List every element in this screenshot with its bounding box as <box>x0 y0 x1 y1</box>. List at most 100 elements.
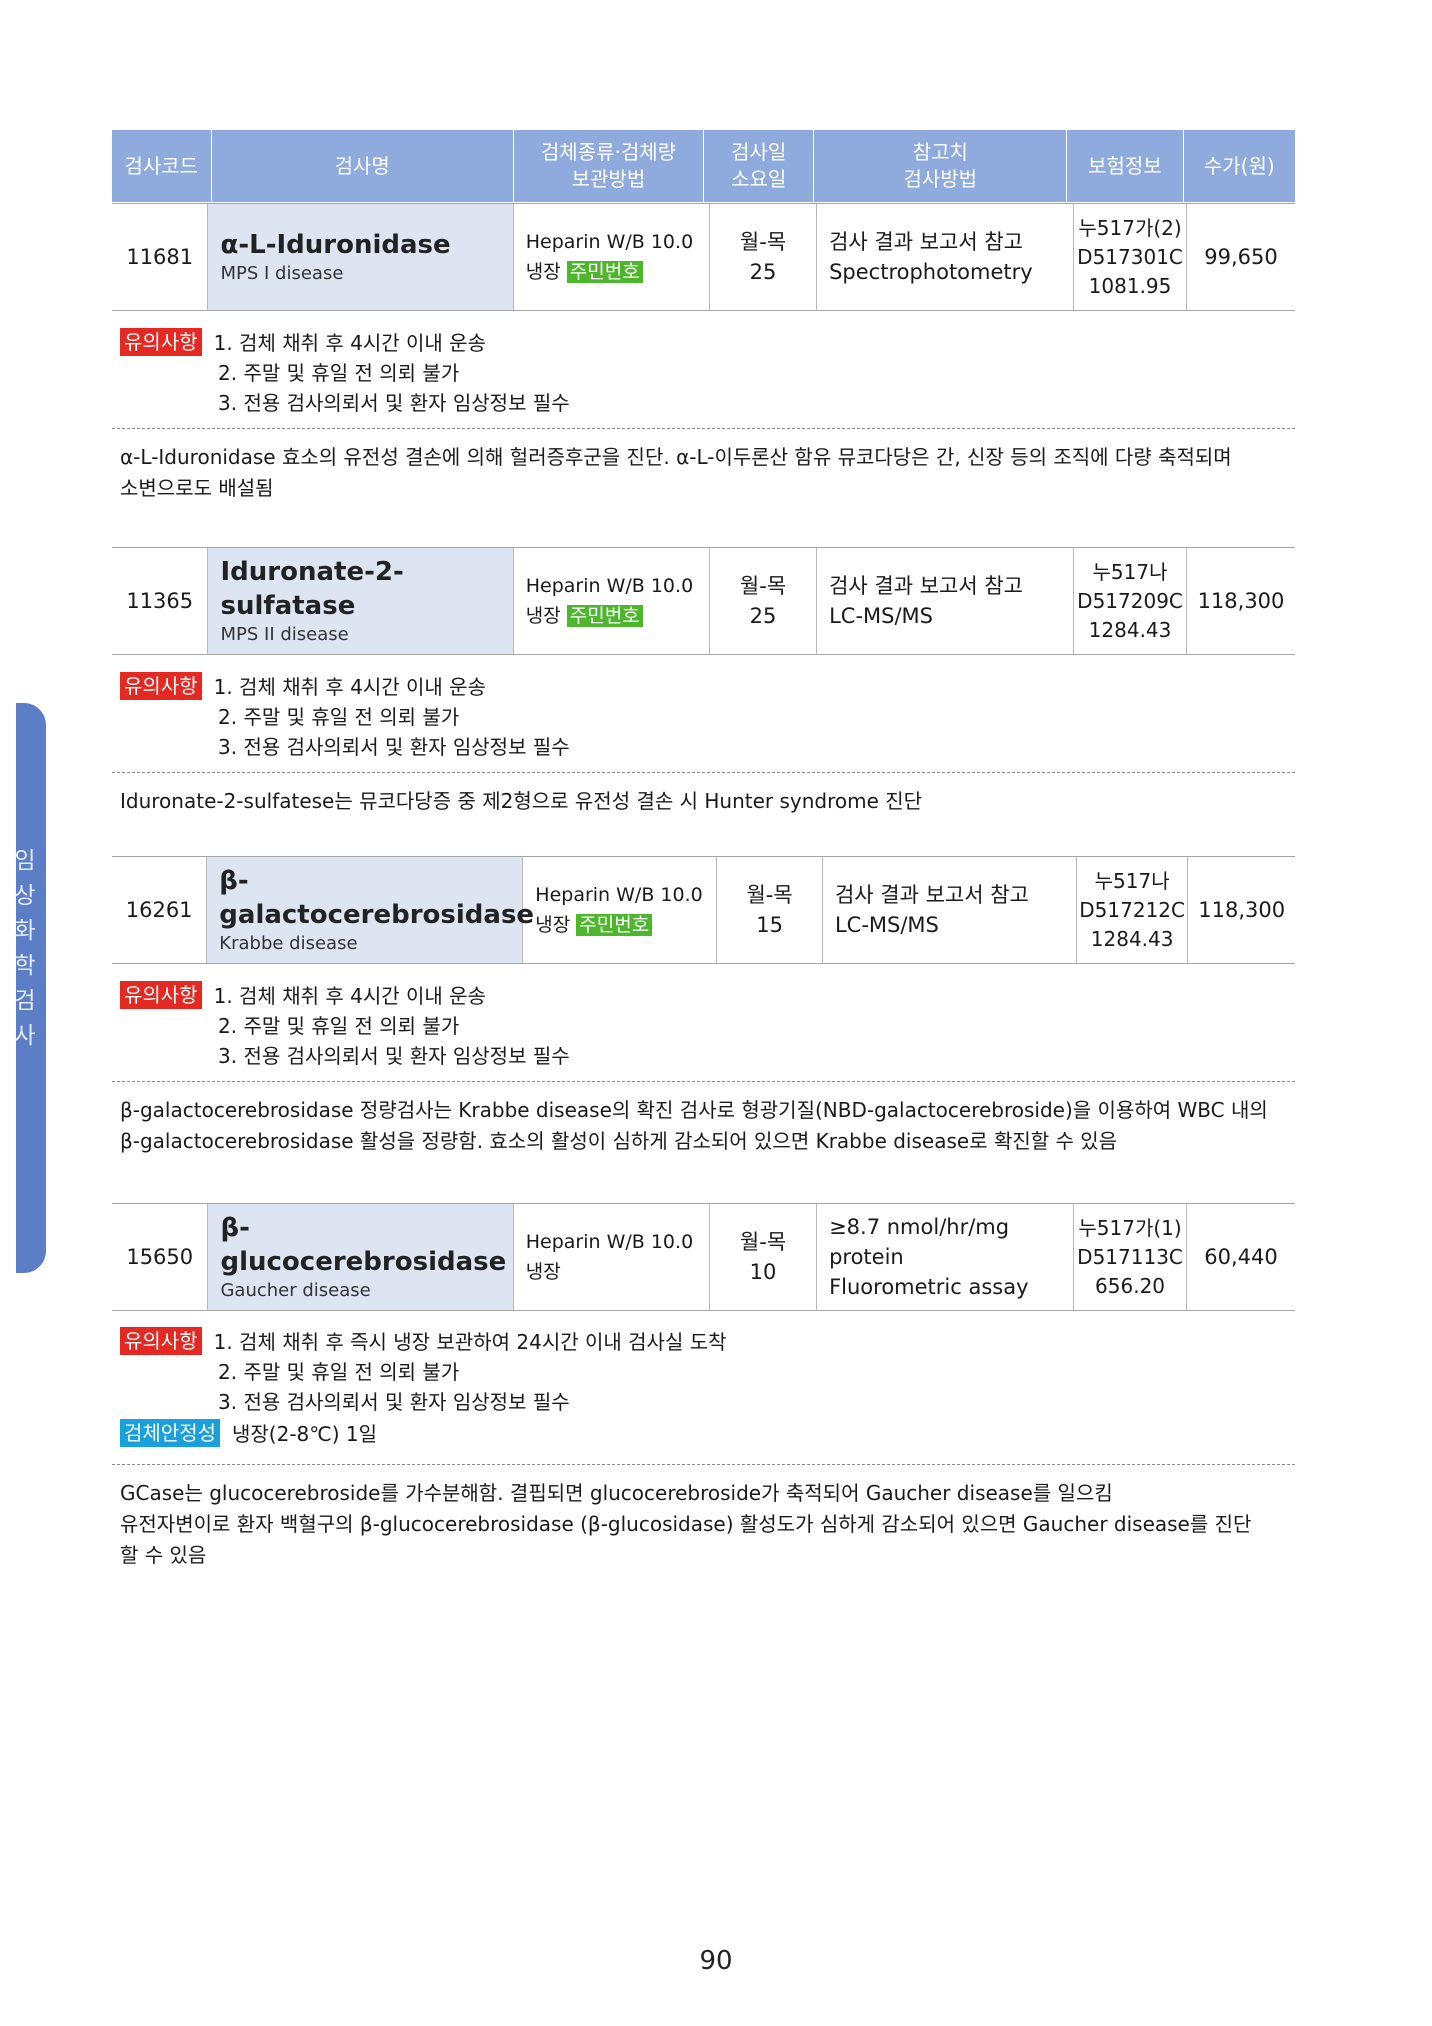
notes-block: 유의사항 1. 검체 채취 후 4시간 이내 운송 2. 주말 및 휴일 전 의뢰… <box>120 981 570 1071</box>
test-specimen: Heparin W/B 10.0 <box>525 575 694 597</box>
test-reference-cell: 검사 결과 보고서 참고 LC-MS/MS <box>823 857 1077 963</box>
header-days-line2: 소요일 <box>731 167 787 191</box>
test-specimen: Heparin W/B 10.0 <box>525 1231 694 1253</box>
test-price: 118,300 <box>1197 589 1285 613</box>
test-price: 99,650 <box>1204 245 1278 269</box>
notes-tag: 유의사항 <box>120 328 202 356</box>
test-code: 11681 <box>112 204 209 310</box>
notes-block: 유의사항 1. 검체 채취 후 즉시 냉장 보관하여 24시간 이내 검사실 도착… <box>120 1327 727 1449</box>
description-line: GCase는 glucocerebroside를 가수분해함. 결핍되면 glu… <box>120 1481 1113 1505</box>
test-specimen: Heparin W/B 10.0 <box>525 231 694 253</box>
test-code: 16261 <box>112 857 208 963</box>
notes-tag: 유의사항 <box>120 981 202 1009</box>
test-row: 15650 β-glucocerebrosidase Gaucher disea… <box>112 1203 1295 1311</box>
note-item: 3. 전용 검사의뢰서 및 환자 임상정보 필수 <box>218 391 570 415</box>
test-method: LC-MS/MS <box>829 604 933 628</box>
insurance-code: D517113C <box>1077 1244 1183 1269</box>
header-specimen-line1: 검체종류·검체량 <box>540 140 677 164</box>
notes-line: 유의사항 1. 검체 채취 후 즉시 냉장 보관하여 24시간 이내 검사실 도착 <box>120 1327 727 1357</box>
test-row: 16261 β-galactocerebrosidase Krabbe dise… <box>112 856 1295 964</box>
notes-line: 유의사항 1. 검체 채취 후 4시간 이내 운송 <box>120 981 570 1011</box>
test-description: β-galactocerebrosidase 정량검사는 Krabbe dise… <box>120 1095 1285 1157</box>
test-method: Fluorometric assay <box>829 1275 1029 1299</box>
description-line: 유전자변이로 환자 백혈구의 β-glucocerebrosidase (β-g… <box>120 1512 1252 1536</box>
header-reference-line2: 검사방법 <box>903 167 978 191</box>
test-name: β-galactocerebrosidase <box>219 866 535 930</box>
note-item: 1. 검체 채취 후 즉시 냉장 보관하여 24시간 이내 검사실 도착 <box>213 1330 727 1354</box>
header-reference-line1: 참고치 <box>912 140 968 164</box>
header-days: 검사일 소요일 <box>704 130 815 202</box>
header-code: 검사코드 <box>112 130 212 202</box>
stability-value: 냉장(2-8℃) 1일 <box>232 1422 378 1446</box>
id-number-tag: 주민번호 <box>576 914 653 936</box>
note-item: 1. 검체 채취 후 4시간 이내 운송 <box>213 984 486 1008</box>
test-reference-cell: 검사 결과 보고서 참고 Spectrophotometry <box>817 204 1075 310</box>
test-specimen-cell: Heparin W/B 10.0 냉장 <box>514 1204 710 1310</box>
test-reference: ≥8.7 nmol/hr/mg protein <box>829 1215 1010 1269</box>
description-line: β-galactocerebrosidase 정량검사는 Krabbe dise… <box>120 1098 1268 1122</box>
divider <box>112 1081 1295 1082</box>
test-days-cell: 월-목 25 <box>710 548 818 654</box>
id-number-tag: 주민번호 <box>566 261 643 283</box>
test-storage: 냉장 <box>535 914 571 936</box>
header-price: 수가(원) <box>1184 130 1295 202</box>
test-name: Iduronate-2-sulfatase <box>220 557 404 621</box>
stability-line: 검체안정성 냉장(2-8℃) 1일 <box>120 1419 727 1449</box>
test-name-cell: β-galactocerebrosidase Krabbe disease <box>207 857 535 963</box>
insurance-class: 누517가(1) <box>1078 1215 1182 1240</box>
test-name-cell: Iduronate-2-sulfatase MPS II disease <box>208 548 514 654</box>
stability-tag: 검체안정성 <box>120 1419 220 1447</box>
page-number: 90 <box>699 1946 733 1976</box>
table-header: 검사코드 검사명 검체종류·검체량 보관방법 검사일 소요일 참고치 검사방법 … <box>112 130 1295 202</box>
note-item: 1. 검체 채취 후 4시간 이내 운송 <box>213 331 486 355</box>
test-method: LC-MS/MS <box>834 913 939 937</box>
test-reference: 검사 결과 보고서 참고 <box>829 574 1023 598</box>
test-description: Iduronate-2-sulfatese는 뮤코다당증 중 제2형으로 유전성… <box>120 786 1285 817</box>
test-days: 월-목 <box>746 883 793 907</box>
test-reference-cell: 검사 결과 보고서 참고 LC-MS/MS <box>817 548 1075 654</box>
header-code-label: 검사코드 <box>124 153 199 178</box>
test-name-cell: α-L-Iduronidase MPS I disease <box>208 204 514 310</box>
test-insurance-cell: 누517나 D517212C 1284.43 <box>1077 857 1189 963</box>
test-tat: 25 <box>749 260 777 284</box>
test-method: Spectrophotometry <box>829 260 1033 284</box>
side-tab-label: 임상화학검사 <box>9 848 35 1058</box>
description-line: β-galactocerebrosidase 활성을 정량함. 효소의 활성이 … <box>120 1129 1118 1153</box>
header-insurance-label: 보험정보 <box>1088 153 1162 178</box>
test-price: 118,300 <box>1198 898 1286 922</box>
insurance-code: D517209C <box>1077 588 1183 613</box>
notes-line: 유의사항 1. 검체 채취 후 4시간 이내 운송 <box>120 328 570 358</box>
test-days: 월-목 <box>739 574 787 598</box>
test-row: 11365 Iduronate-2-sulfatase MPS II disea… <box>112 547 1295 655</box>
insurance-class: 누517나 <box>1092 559 1168 584</box>
note-item: 1. 검체 채취 후 4시간 이내 운송 <box>213 675 486 699</box>
insurance-code: D517301C <box>1077 244 1183 269</box>
insurance-points: 1081.95 <box>1088 273 1172 298</box>
notes-line: 유의사항 1. 검체 채취 후 4시간 이내 운송 <box>120 672 570 702</box>
note-item: 2. 주말 및 휴일 전 의뢰 불가 <box>218 1360 460 1384</box>
header-name: 검사명 <box>212 130 514 202</box>
insurance-class: 누517나 <box>1094 868 1170 893</box>
divider <box>112 1464 1295 1465</box>
id-number-tag: 주민번호 <box>566 605 643 627</box>
header-specimen-line2: 보관방법 <box>571 167 646 191</box>
test-disease: MPS I disease <box>220 263 344 284</box>
notes-block: 유의사항 1. 검체 채취 후 4시간 이내 운송 2. 주말 및 휴일 전 의뢰… <box>120 328 570 418</box>
test-specimen: Heparin W/B 10.0 <box>535 884 703 906</box>
notes-block: 유의사항 1. 검체 채취 후 4시간 이내 운송 2. 주말 및 휴일 전 의뢰… <box>120 672 570 762</box>
test-storage: 냉장 <box>525 605 561 627</box>
test-days-cell: 월-목 25 <box>710 204 818 310</box>
divider <box>112 772 1295 773</box>
test-storage-line: 냉장 주민번호 <box>526 257 709 287</box>
test-reference-cell: ≥8.7 nmol/hr/mg protein Fluorometric ass… <box>817 1204 1075 1310</box>
notes-tag: 유의사항 <box>120 672 202 700</box>
insurance-points: 1284.43 <box>1090 926 1174 951</box>
test-storage-line: 냉장 주민번호 <box>526 601 709 631</box>
test-row: 11681 α-L-Iduronidase MPS I disease Hepa… <box>112 203 1295 311</box>
test-description: GCase는 glucocerebroside를 가수분해함. 결핍되면 glu… <box>120 1478 1285 1571</box>
divider <box>112 428 1295 429</box>
header-reference: 참고치 검사방법 <box>814 130 1068 202</box>
test-name: β-glucocerebrosidase <box>220 1213 507 1277</box>
test-days: 월-목 <box>739 1230 787 1254</box>
insurance-points: 1284.43 <box>1088 617 1172 642</box>
